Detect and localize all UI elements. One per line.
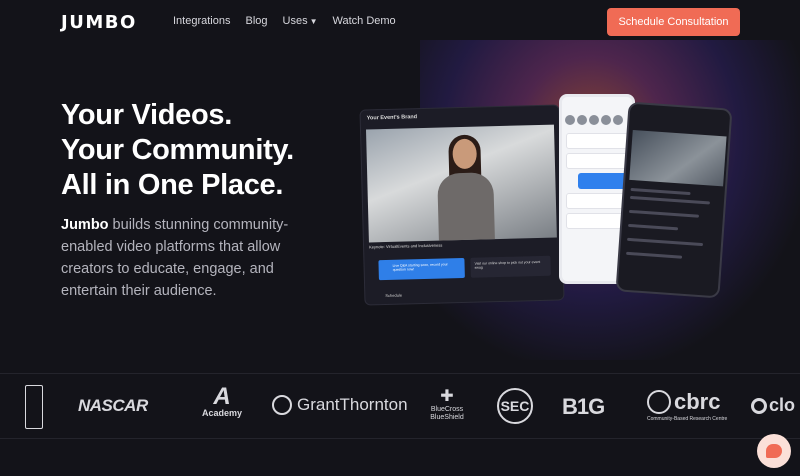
chat-bubble-icon [766, 444, 782, 458]
nba-logo [25, 385, 43, 429]
avatar [613, 115, 623, 125]
announcement-card: Visit our online shop to pick out your e… [470, 255, 551, 278]
laptop-mockup: Your Event's Brand Keynote: VirtualEvent… [359, 104, 565, 306]
bcbs-logo: ✚ BlueCross BlueShield [427, 388, 467, 422]
phone-text-line [630, 187, 691, 196]
phone-text-line [629, 195, 710, 205]
video-player [365, 124, 557, 243]
hero-title: Your Videos. Your Community. All in One … [61, 98, 294, 203]
phone-text-line [628, 223, 679, 231]
nav-link-watch-demo[interactable]: Watch Demo [333, 15, 396, 27]
grant-thornton-logo: GrantThornton [272, 395, 408, 415]
sec-logo: SEC [497, 388, 533, 424]
chat-bubble [566, 193, 628, 209]
nav-link-uses-label: Uses [282, 15, 308, 27]
phone-text-line [626, 251, 683, 259]
avatar [577, 115, 587, 125]
bcbs-wordmark: BlueCross BlueShield [430, 406, 464, 421]
nav-link-blog[interactable]: Blog [245, 15, 267, 27]
bcbs-shield-icon: ✚ [440, 388, 454, 405]
hero-subtitle: Jumbo builds stunning community-enabled … [61, 214, 311, 302]
speaker-figure [436, 134, 495, 241]
cbrc-icon [647, 390, 671, 414]
nav-link-uses[interactable]: Uses ▼ [283, 15, 318, 27]
phone-video [629, 129, 727, 187]
cbrc-caption: Community-Based Research Centre [647, 416, 728, 422]
clo-wordmark: clo [769, 395, 796, 415]
avatar [589, 115, 599, 125]
academy-logo: A Academy [198, 383, 246, 419]
avatar [601, 115, 611, 125]
hero-title-line: Your Videos. [61, 99, 232, 131]
chat-bubble [578, 173, 628, 189]
phone-text-line [628, 209, 700, 218]
chat-bubble [566, 153, 628, 169]
chevron-down-icon: ▼ [309, 17, 318, 26]
big-ten-logo: B1G [562, 394, 605, 419]
academy-mark: A [213, 383, 231, 410]
cbrc-logo: cbrc Community-Based Research Centre [647, 389, 727, 422]
chat-bubble [566, 133, 628, 149]
phone-mockup [615, 101, 733, 299]
clo-icon [751, 397, 767, 414]
hero-title-line: All in One Place. [61, 169, 284, 201]
avatar [565, 115, 575, 125]
chat-bubble [566, 213, 628, 229]
laptop-brand: Your Event's Brand [366, 114, 418, 122]
schedule-consultation-button[interactable]: Schedule Consultation [607, 8, 740, 36]
announcement-card: Live Q&A starting soon, record your ques… [378, 257, 465, 281]
nav-links: Integrations Blog Uses ▼ Watch Demo [173, 15, 396, 27]
top-nav: JUMBO Integrations Blog Uses ▼ Watch Demo… [0, 0, 800, 44]
academy-wordmark: Academy [201, 408, 243, 418]
schedule-label: Schedule [385, 292, 403, 299]
grant-thornton-wordmark: GrantThornton [297, 395, 408, 414]
laptop-topbar: Your Event's Brand [360, 105, 558, 126]
nascar-logo: NASCAR [78, 396, 148, 415]
chat-avatars [562, 97, 632, 129]
jumbo-logo[interactable]: JUMBO [61, 12, 137, 33]
hero-title-line: Your Community. [61, 134, 294, 166]
phone-text-line [627, 237, 704, 247]
grant-thornton-icon [272, 395, 292, 415]
hero-subtitle-brand: Jumbo [61, 217, 109, 233]
nav-link-integrations[interactable]: Integrations [173, 15, 230, 27]
clo-logo: clo [751, 395, 795, 416]
cbrc-wordmark: cbrc [674, 389, 721, 414]
speaker-body [437, 172, 495, 241]
chat-widget-button[interactable] [757, 434, 791, 468]
